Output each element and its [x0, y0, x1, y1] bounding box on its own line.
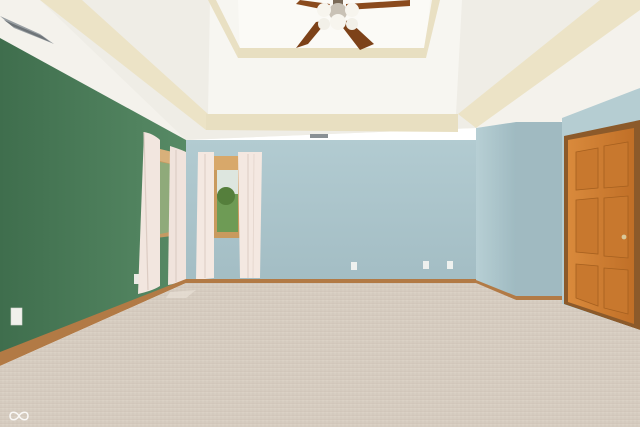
curtains: [138, 131, 262, 294]
back-window: [214, 156, 240, 238]
door: [564, 120, 640, 330]
infinity-icon: [8, 407, 30, 421]
room-photo: [0, 0, 640, 427]
